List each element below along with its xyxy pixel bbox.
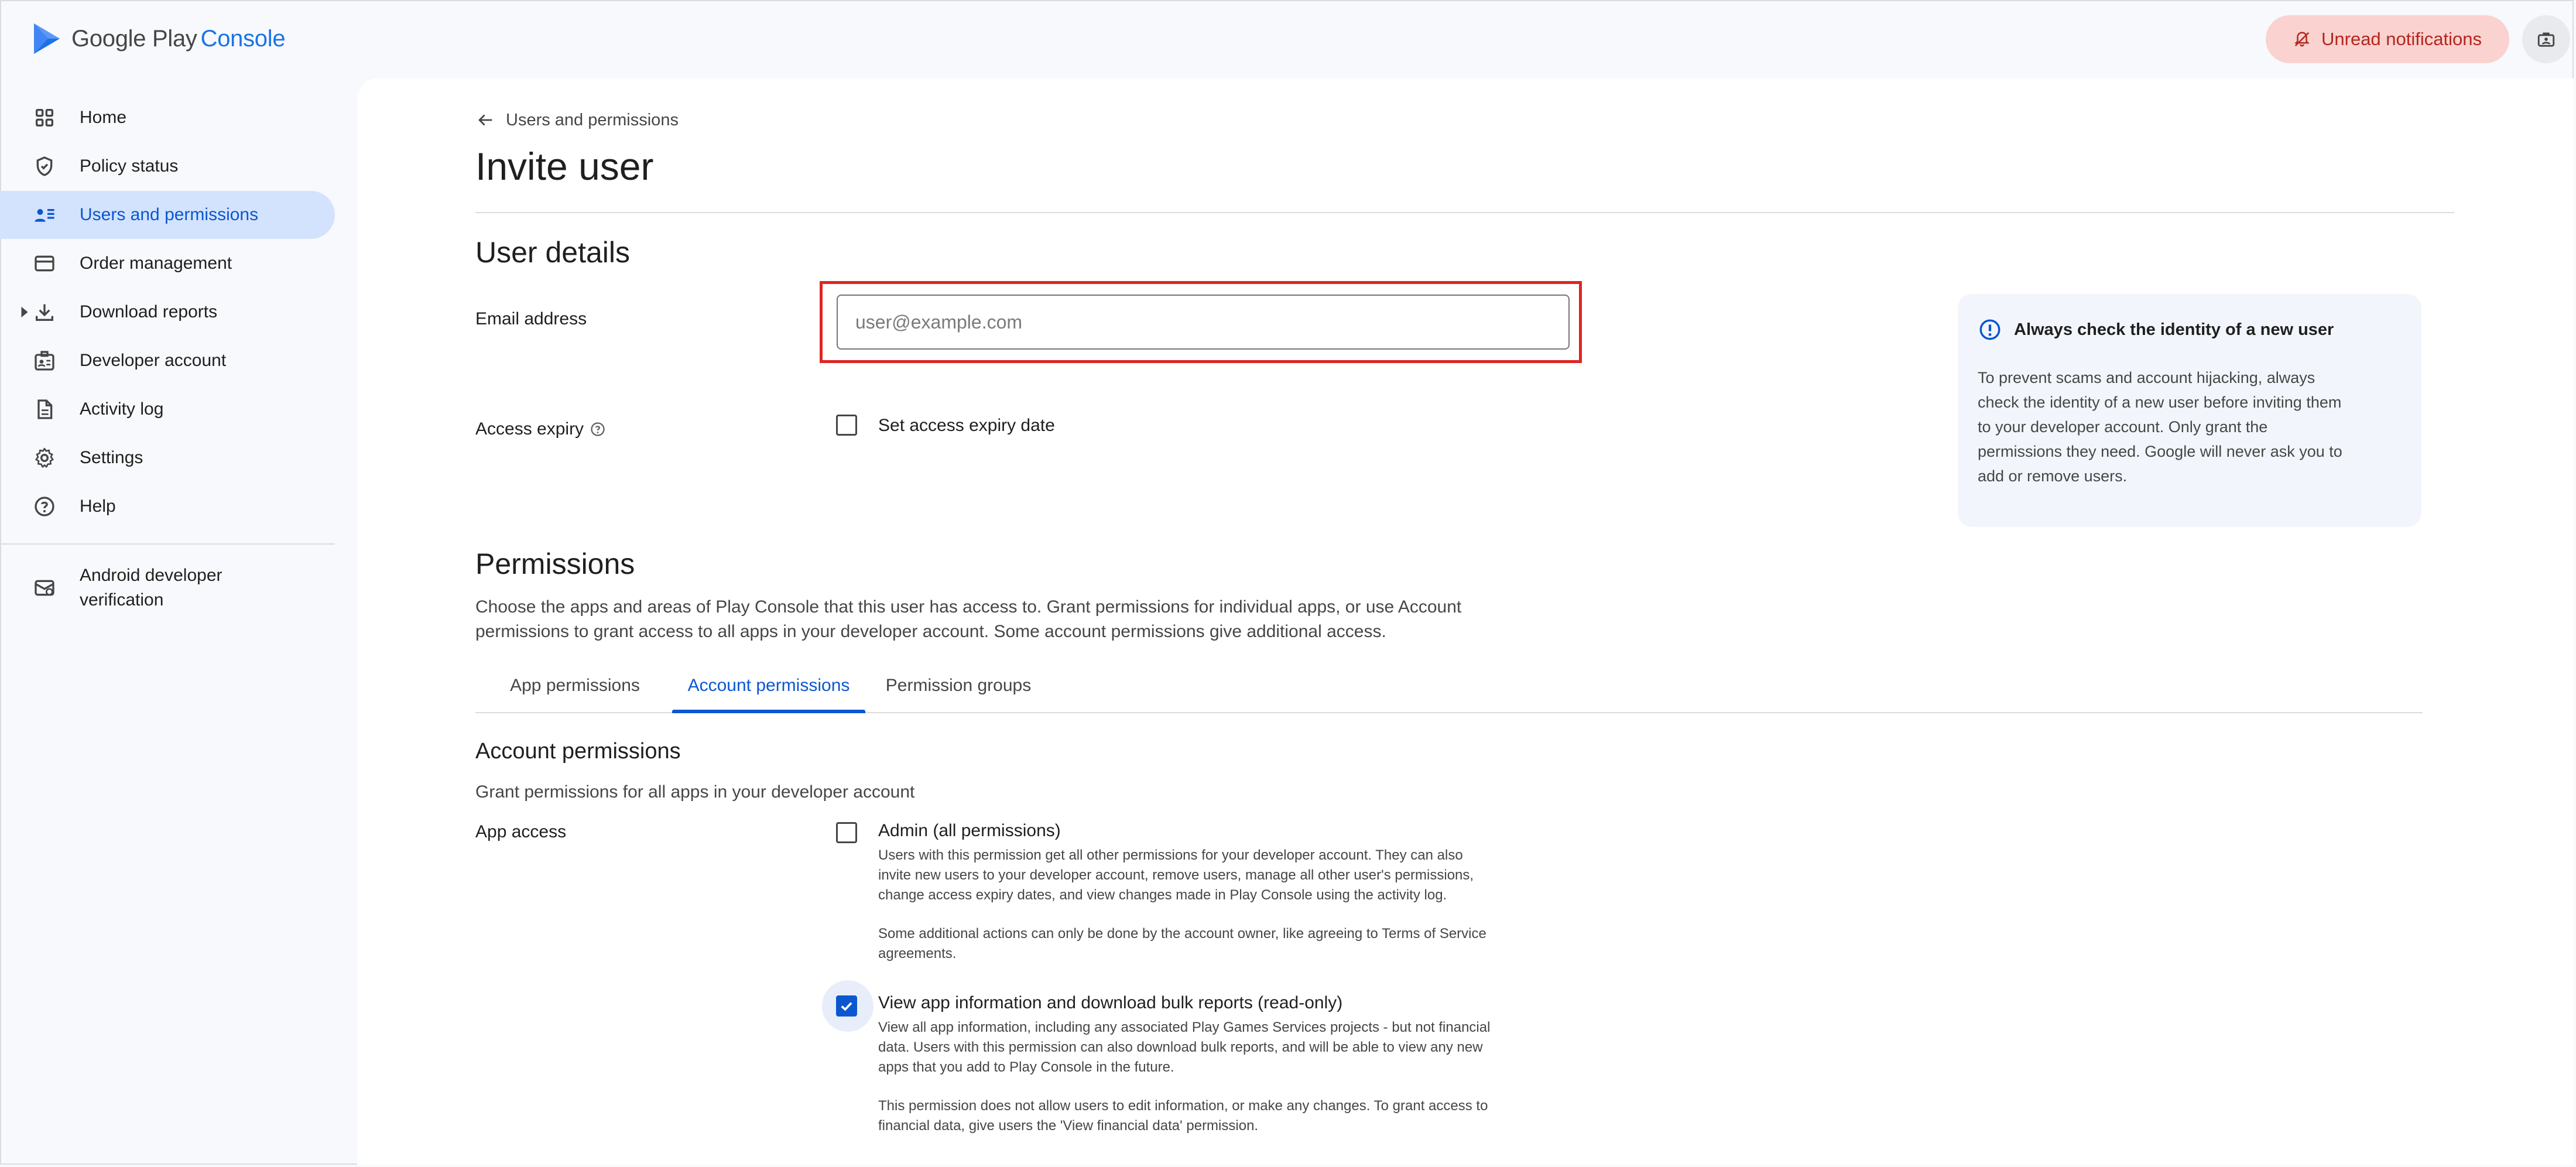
tab-app-permissions[interactable]: App permissions [499, 659, 651, 712]
account-permissions-subheading: Grant permissions for all apps in your d… [475, 782, 915, 802]
description-line: agreements. [878, 946, 957, 961]
email-input[interactable] [837, 295, 1570, 350]
description-line: invite new users to your developer accou… [878, 867, 1474, 883]
sidebar-item-home[interactable]: Home [0, 94, 335, 142]
description-line: Some additional actions can only be done… [878, 926, 1486, 942]
identity-warning-line: permissions they need. Google will never… [1978, 443, 2342, 460]
sidebar-item-label: Android developer verification [80, 563, 222, 612]
logo-text: Google Play Console [71, 25, 286, 52]
sidebar-item-activity-log[interactable]: Activity log [0, 385, 335, 433]
identity-warning-body: To prevent scams and account hijacking, … [1978, 365, 2402, 488]
sidebar-item-label: Policy status [80, 156, 179, 176]
shield-icon [36, 156, 53, 176]
description-line: This permission does not allow users to … [878, 1098, 1488, 1114]
access-expiry-label: Access expiry [475, 419, 584, 439]
permissions-heading: Permissions [475, 547, 635, 580]
sidebar-item-label: Help [80, 497, 116, 516]
description-line: View all app information, including any … [878, 1019, 1491, 1035]
page-title: Invite user [475, 145, 654, 188]
sidebar-item-policy-status[interactable]: Policy status [0, 142, 335, 190]
email-label: Email address [475, 309, 587, 328]
play-console-logo[interactable]: Google Play Console [32, 22, 286, 55]
description-line: financial data, give users the 'View fin… [878, 1118, 1259, 1134]
email-highlight-box [820, 281, 1582, 363]
sidebar-item-label: Activity log [80, 399, 164, 419]
identity-warning-title: Always check the identity of a new user [1978, 317, 2402, 342]
description-line: data. Users with this permission can als… [878, 1039, 1483, 1055]
grid-icon [36, 109, 54, 126]
tab-permission-groups[interactable]: Permission groups [879, 659, 1037, 712]
identity-warning-line: To prevent scams and account hijacking, … [1978, 369, 2315, 386]
permissions-description: Choose the apps and areas of Play Consol… [475, 595, 1529, 644]
view-app-info-checkbox[interactable] [836, 995, 857, 1017]
sidebar-item-users-and-permissions[interactable]: Users and permissions [0, 191, 335, 239]
sidebar-item-developer-account[interactable]: Developer account [0, 337, 335, 385]
credit-card-icon [35, 255, 54, 272]
description-line: Users with this permission get all other… [878, 847, 1463, 863]
document-icon [37, 399, 53, 419]
app-access-label: App access [475, 822, 567, 841]
download-icon [36, 304, 53, 321]
identity-warning-line: add or remove users. [1978, 467, 2128, 485]
users-icon [35, 209, 54, 222]
sidebar-item-android-developer-verification[interactable]: Android developer verification [0, 560, 335, 616]
access-expiry-checkbox[interactable] [836, 415, 857, 436]
verification-icon [35, 580, 54, 596]
id-badge-icon [35, 351, 54, 371]
sidebar-item-help[interactable]: Help [0, 482, 335, 531]
play-logo-icon [34, 23, 60, 54]
info-icon [1979, 319, 2000, 340]
description-line: apps that you add to Play Console in the… [878, 1059, 1174, 1075]
sidebar-item-label: Download reports [80, 302, 218, 321]
account-permissions-heading: Account permissions [475, 739, 681, 764]
briefcase-account-icon [2537, 32, 2555, 47]
arrow-back-icon [478, 114, 492, 126]
view-app-info-title[interactable]: View app information and download bulk r… [878, 993, 1342, 1013]
logo-product: Console [200, 25, 286, 52]
notifications-label: Unread notifications [2321, 29, 2482, 49]
admin-permission-description: Users with this permission get all other… [878, 846, 1563, 964]
account-menu-button[interactable] [2522, 15, 2570, 63]
help-circle-icon [35, 497, 54, 516]
admin-permission-checkbox[interactable] [836, 822, 857, 843]
title-divider [475, 212, 2454, 213]
admin-permission-title[interactable]: Admin (all permissions) [878, 821, 1061, 841]
gear-icon [35, 447, 54, 468]
main-content: Users and permissions Invite user User d… [357, 78, 2574, 1165]
breadcrumb-label: Users and permissions [506, 110, 679, 129]
permissions-description-line: Choose the apps and areas of Play Consol… [475, 597, 1462, 617]
sidebar-label-line1: Android developer [80, 566, 222, 585]
identity-warning-card: Always check the identity of a new user … [1958, 294, 2421, 527]
access-expiry-checkbox-label[interactable]: Set access expiry date [878, 416, 1055, 436]
sidebar-divider [0, 543, 335, 545]
sidebar-item-settings[interactable]: Settings [0, 434, 335, 482]
permissions-tabs: App permissions Account permissions Perm… [475, 659, 2423, 713]
identity-warning-line: check the identity of a new user before … [1978, 393, 2342, 411]
check-icon [841, 1002, 852, 1011]
view-app-info-description: View all app information, including any … [878, 1018, 1563, 1136]
expand-caret-icon[interactable] [13, 288, 28, 336]
tab-account-permissions[interactable]: Account permissions [672, 659, 865, 713]
breadcrumb[interactable]: Users and permissions [475, 110, 679, 130]
sidebar-item-label: Order management [80, 254, 232, 273]
logo-brand: Google Play [71, 25, 197, 52]
sidebar-item-label: Users and permissions [80, 205, 259, 224]
help-circle-icon[interactable] [590, 421, 606, 437]
sidebar-item-label: Home [80, 108, 127, 127]
description-line: change access expiry dates, and view cha… [878, 887, 1447, 903]
user-details-heading: User details [475, 236, 630, 269]
permissions-description-line: permissions to grant access to all apps … [475, 622, 1386, 641]
sidebar-item-download-reports[interactable]: Download reports [0, 288, 335, 336]
identity-warning-line: to your developer account. Only grant th… [1978, 418, 2268, 436]
bell-alert-icon [2294, 32, 2310, 47]
sidebar-item-order-management[interactable]: Order management [0, 239, 335, 288]
sidebar-label-line2: verification [80, 590, 164, 610]
unread-notifications-button[interactable]: Unread notifications [2266, 15, 2509, 63]
sidebar-item-label: Developer account [80, 351, 227, 370]
sidebar-item-label: Settings [80, 448, 143, 467]
identity-warning-title-text: Always check the identity of a new user [2014, 320, 2334, 339]
access-expiry-label-row: Access expiry [475, 419, 606, 439]
